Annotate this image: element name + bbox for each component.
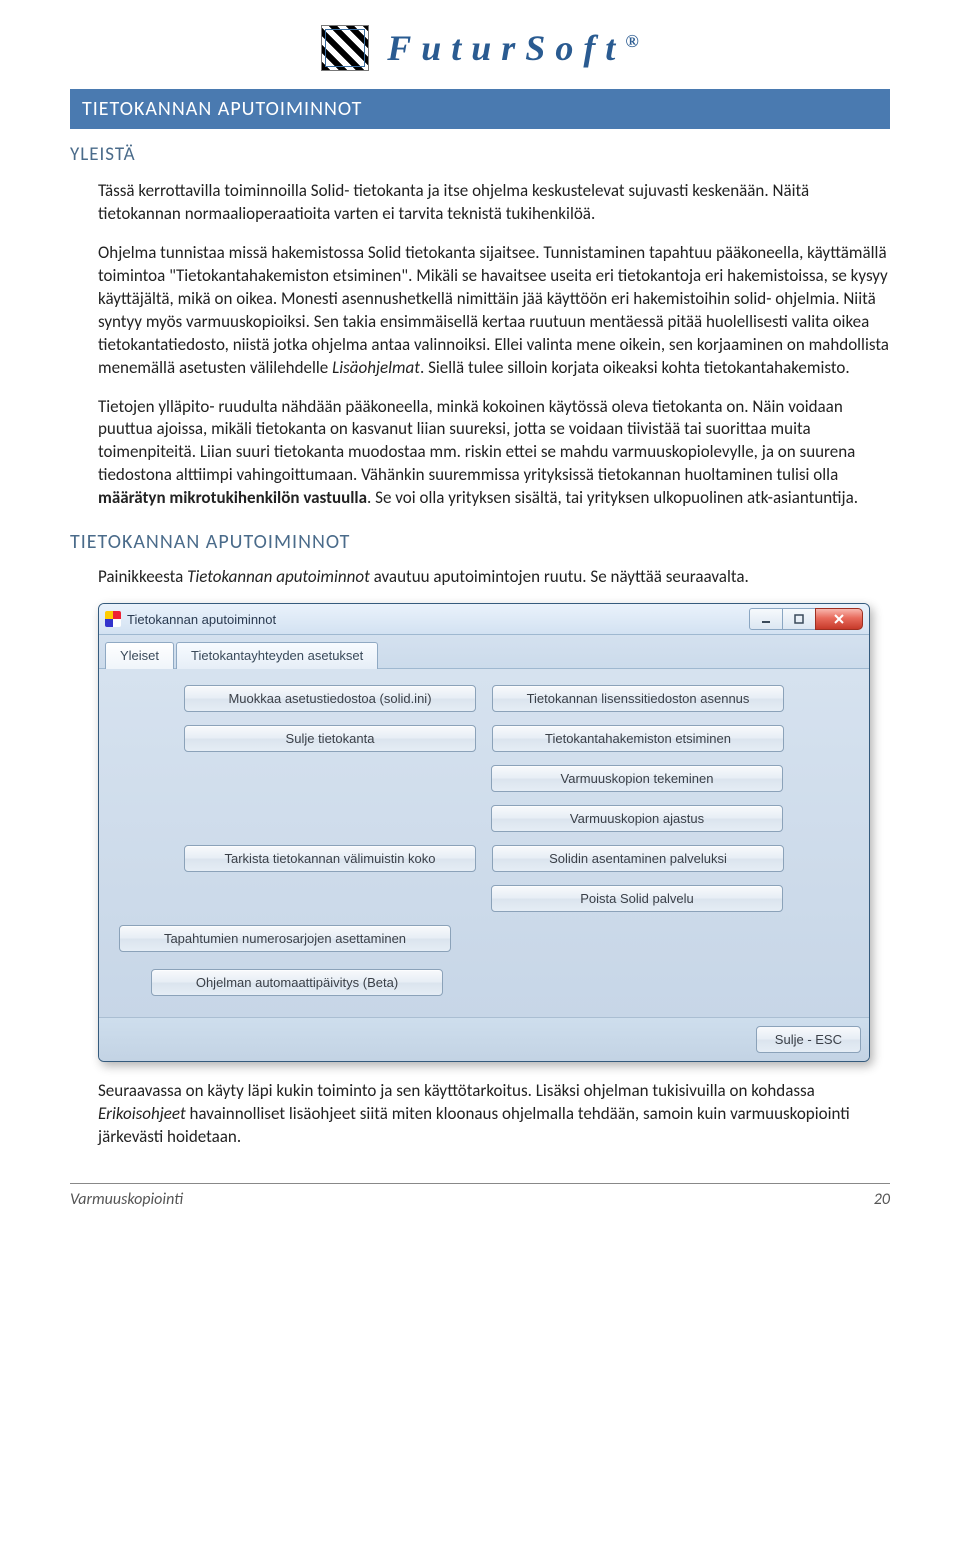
page-footer: Varmuuskopiointi 20 (70, 1183, 890, 1209)
tab-bar: Yleiset Tietokantayhteyden asetukset (99, 635, 869, 668)
button-close-db[interactable]: Sulje tietokanta (184, 725, 476, 752)
window-footer: Sulje - ESC (99, 1017, 869, 1061)
close-icon (833, 614, 845, 624)
minimize-button[interactable] (749, 608, 783, 630)
tab-yleiset[interactable]: Yleiset (105, 642, 174, 669)
aputoiminnot-window: Tietokannan aputoiminnot Yleiset Tietoka… (98, 603, 870, 1062)
footer-left: Varmuuskopiointi (70, 1190, 183, 1209)
paragraph-3: Tietojen ylläpito- ruudulta nähdään pääk… (98, 396, 890, 511)
screenshot-caption: Painikkeesta Tietokannan aputoiminnot av… (98, 566, 890, 589)
brand-name: FuturSoft® (387, 27, 639, 69)
button-edit-settings[interactable]: Muokkaa asetustiedostoa (solid.ini) (184, 685, 476, 712)
spacer (185, 818, 475, 819)
logo-bar: FuturSoft® (70, 25, 890, 71)
heading-aputoiminnot: TIETOKANNAN APUTOIMINNOT (70, 530, 890, 554)
maximize-button[interactable] (782, 608, 816, 630)
window-titlebar: Tietokannan aputoiminnot (99, 604, 869, 635)
button-auto-update[interactable]: Ohjelman automaattipäivitys (Beta) (151, 969, 443, 996)
button-close-esc[interactable]: Sulje - ESC (756, 1026, 861, 1053)
button-backup-sched[interactable]: Varmuuskopion ajastus (491, 805, 783, 832)
window-controls (750, 608, 863, 630)
paragraph-2: Ohjelma tunnistaa missä hakemistossa Sol… (98, 242, 890, 380)
button-find-dir[interactable]: Tietokantahakemiston etsiminen (492, 725, 784, 752)
button-cache-size[interactable]: Tarkista tietokannan välimuistin koko (184, 845, 476, 872)
spacer (185, 898, 475, 899)
brand-text: FuturSoft (387, 28, 625, 68)
window-content: Muokkaa asetustiedostoa (solid.ini) Tiet… (99, 668, 869, 1017)
footer-page-number: 20 (874, 1190, 890, 1209)
window-title: Tietokannan aputoiminnot (127, 612, 750, 627)
paragraph-4: Seuraavassa on käyty läpi kukin toiminto… (98, 1080, 890, 1149)
close-button[interactable] (815, 608, 863, 630)
button-license-install[interactable]: Tietokannan lisenssitiedoston asennus (492, 685, 784, 712)
button-set-series[interactable]: Tapahtumien numerosarjojen asettaminen (119, 925, 451, 952)
heading-yleista: YLEISTÄ (70, 143, 890, 166)
maximize-icon (793, 614, 805, 624)
button-backup-make[interactable]: Varmuuskopion tekeminen (491, 765, 783, 792)
paragraph-1: Tässä kerrottavilla toiminnoilla Solid- … (98, 180, 890, 226)
button-remove-service[interactable]: Poista Solid palvelu (491, 885, 783, 912)
registered-mark: ® (625, 31, 638, 51)
minimize-icon (760, 614, 772, 624)
spacer (185, 778, 475, 779)
tab-yhteys-asetukset[interactable]: Tietokantayhteyden asetukset (176, 642, 378, 669)
button-install-service[interactable]: Solidin asentaminen palveluksi (492, 845, 784, 872)
section-banner: TIETOKANNAN APUTOIMINNOT (70, 89, 890, 129)
checkered-flag-icon (321, 25, 369, 71)
app-icon (105, 611, 121, 627)
